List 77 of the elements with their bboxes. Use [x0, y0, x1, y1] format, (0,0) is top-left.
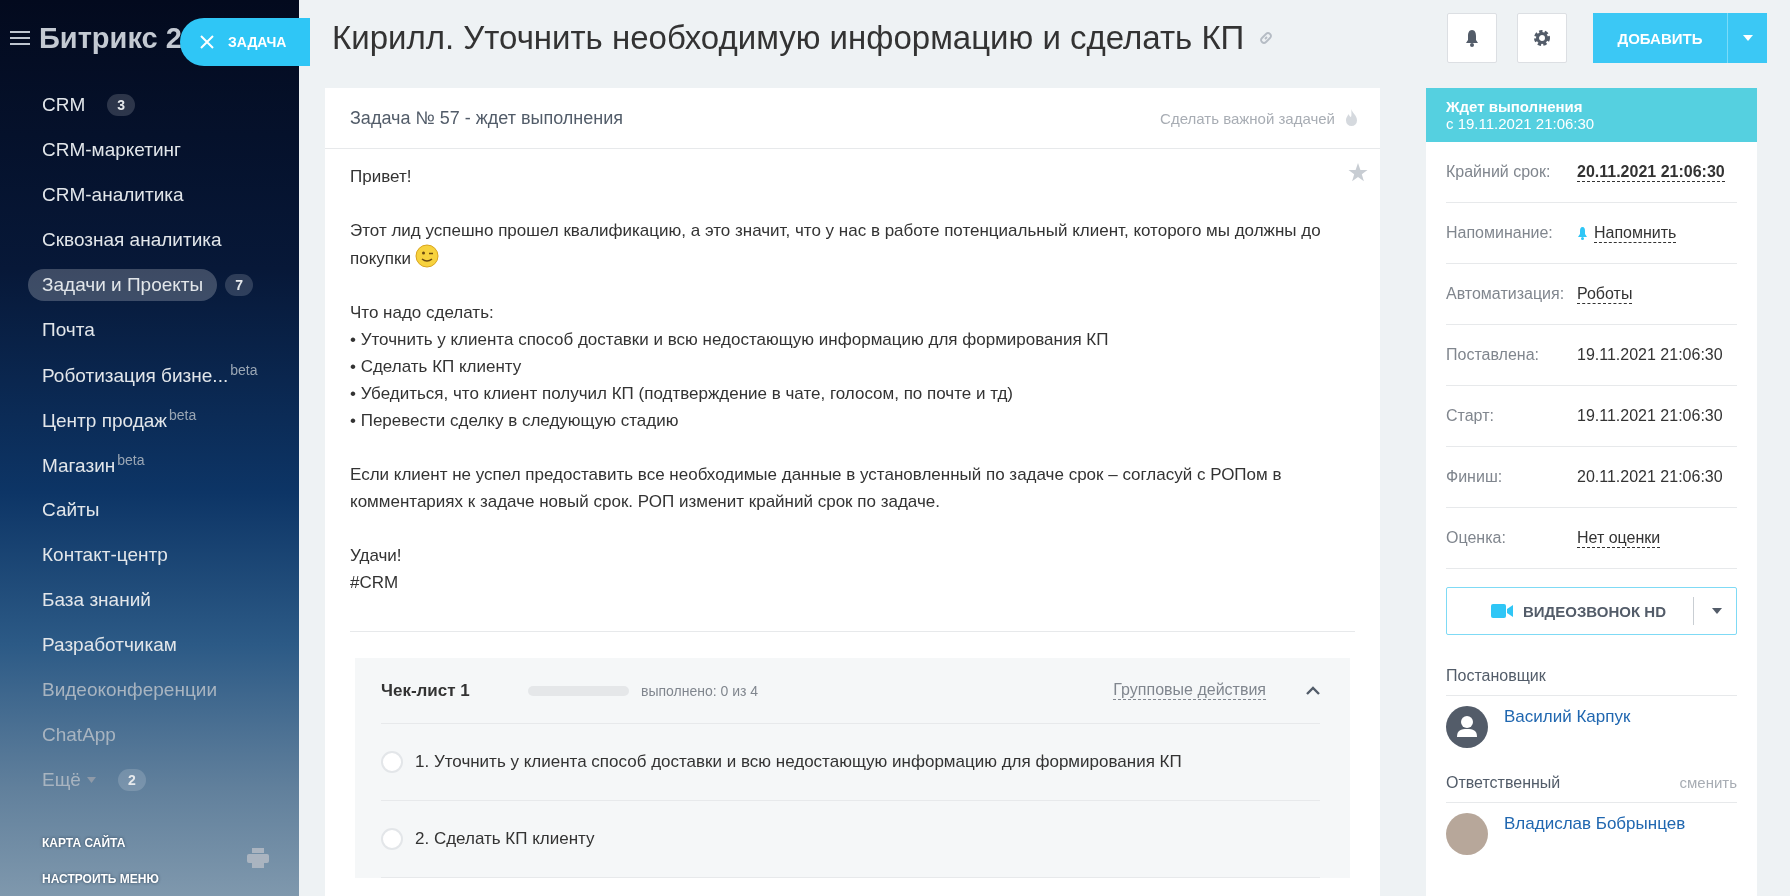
sidebar-footer-link[interactable]: КАРТА САЙТА: [42, 836, 299, 850]
field-label: Крайний срок:: [1446, 163, 1552, 181]
description-text: покупки: [350, 249, 411, 268]
sidebar-item[interactable]: CRM: [28, 88, 100, 121]
sidebar-item[interactable]: Задачи и Проекты: [28, 268, 218, 301]
chevron-icon[interactable]: [1306, 686, 1320, 695]
sidebar-item[interactable]: Центр продаж$^{beta}$: [28, 401, 211, 438]
description-text: • Сделать КП клиенту: [350, 357, 522, 376]
bell-icon: [1464, 29, 1480, 47]
role-label: Ответственный: [1446, 774, 1561, 792]
logo-text[interactable]: Битрикс 2: [39, 21, 182, 55]
field-value: 19.11.2021 21:06:30: [1577, 407, 1723, 425]
counter-badge: 2: [117, 768, 146, 791]
field-label: Напоминание:: [1446, 224, 1554, 242]
field-label: Поставлена:: [1446, 346, 1540, 364]
progress-text: выполнено: 0 из 4: [641, 682, 759, 699]
status-date: с 19.11.2021 21:06:30: [1446, 115, 1596, 132]
caret-icon[interactable]: [1712, 608, 1722, 614]
checklist-item-text: 1. Уточнить у клиента способ доставки и всю недостающую информацию для формирования КП: [415, 752, 1182, 772]
checkbox[interactable]: [381, 828, 403, 850]
close-icon: [200, 35, 214, 49]
notifications-button[interactable]: [1447, 13, 1497, 63]
menu-icon[interactable]: [10, 30, 30, 46]
sidebar-item[interactable]: База знаний: [28, 583, 165, 616]
description-text: • Убедиться, что клиент получил КП (подтверждение в чате, голосом, по почте и тд): [350, 384, 1013, 403]
field-value: 19.11.2021 21:06:30: [1577, 346, 1723, 364]
group-actions-link[interactable]: Групповые действия: [1113, 681, 1266, 700]
description-text: Удачи!: [350, 546, 402, 565]
deadline-link[interactable]: 20.11.2021 21:06:30: [1577, 162, 1725, 182]
printer-icon[interactable]: [247, 848, 269, 868]
add-dropdown-button[interactable]: [1727, 13, 1767, 63]
field-label: Оценка:: [1446, 529, 1507, 547]
sidebar-item[interactable]: CRM-маркетинг: [28, 133, 195, 166]
field-label: Автоматизация:: [1446, 285, 1566, 303]
person-link[interactable]: Василий Карпук: [1504, 707, 1631, 727]
bell-icon: [1577, 226, 1588, 240]
counter-badge: 3: [107, 93, 136, 116]
settings-icon: [1533, 29, 1551, 47]
sidebar-item[interactable]: Почта: [28, 313, 109, 346]
video-camera-icon: [1491, 604, 1513, 618]
checklist-title: Чек-лист 1: [381, 680, 471, 701]
sidebar-item[interactable]: Роботизация бизне...$^{beta}$: [28, 356, 272, 393]
field-value: 20.11.2021 21:06:30: [1577, 468, 1723, 486]
task-heading: Задача № 57 - ждет выполнения: [350, 107, 624, 129]
description-text: Этот лид успешно прошел квалификацию, а это значит, что у нас в работе потенциальный клиент, которого мы должны до: [350, 221, 1321, 240]
reminder-link[interactable]: Напомнить: [1594, 223, 1677, 243]
caret-icon: [1742, 35, 1753, 41]
field-link[interactable]: Нет оценки: [1577, 528, 1661, 548]
sidebar-item[interactable]: Сайты: [28, 493, 114, 526]
checklist-item-text: 2. Сделать КП клиенту: [415, 829, 595, 849]
field-label: Старт:: [1446, 407, 1495, 425]
field-link[interactable]: Роботы: [1577, 284, 1633, 304]
field-label: Финиш:: [1446, 468, 1504, 486]
star-icon[interactable]: [1348, 163, 1368, 182]
avatar-icon: [1446, 706, 1488, 748]
video-call-button[interactable]: ВИДЕОЗВОНОК HD: [1446, 587, 1737, 635]
photo-placeholder: [1446, 813, 1488, 855]
description-text: Что надо сделать:: [350, 303, 494, 322]
link-icon[interactable]: [1258, 30, 1275, 46]
sidebar-item[interactable]: Сквозная аналитика: [28, 223, 236, 256]
flame-icon: [1345, 109, 1358, 127]
description-text: #CRM: [350, 573, 399, 592]
sidebar-item[interactable]: CRM-аналитика: [28, 178, 198, 211]
checkbox[interactable]: [381, 751, 403, 773]
role-label: Постановщик: [1446, 667, 1546, 685]
sidebar-item[interactable]: Контакт-центр: [28, 538, 182, 571]
sidebar-item[interactable]: Разработчикам: [28, 628, 191, 661]
description-text: • Перевести сделку в следующую стадию: [350, 411, 679, 430]
settings-button[interactable]: [1517, 13, 1567, 63]
description-text: Привет!: [350, 167, 412, 186]
counter-badge: 7: [225, 273, 253, 296]
sidebar-item[interactable]: Магазин$^{beta}$: [28, 446, 159, 483]
description-text: Если клиент не успел предоставить все необходимые данные в установленный по задаче срок – согласуй с РОПом в комментариях к задаче новый срок. РОП изменит крайний срок по задаче.: [350, 465, 1282, 511]
person-link[interactable]: Владислав Бобрынцев: [1504, 814, 1686, 834]
description-text: • Уточнить у клиента способ доставки и всю недостающую информацию для формирования КП: [350, 330, 1109, 349]
task-title: Кирилл. Уточнить необходимую информацию и сделать КП: [332, 19, 1245, 57]
status-title: Ждет выполнения: [1446, 98, 1584, 115]
